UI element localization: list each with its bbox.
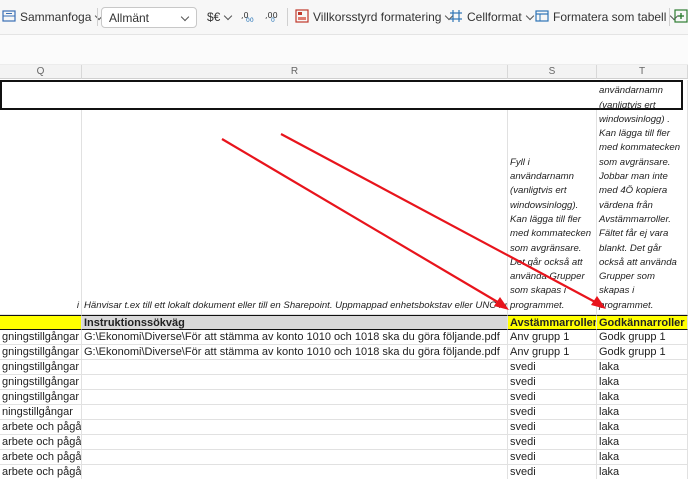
column-header-s[interactable]: S (508, 65, 597, 79)
merge-cells-icon (2, 9, 16, 26)
note-cell-s[interactable]: Fyll i användarnamn (vanligtvis ert wind… (508, 110, 597, 315)
table-cell-s[interactable]: svedi (508, 375, 597, 390)
table-cell-t[interactable]: laka (597, 450, 688, 465)
decrease-decimals-button[interactable]: ,00 0 (265, 7, 281, 27)
header-cell-t[interactable]: Godkännarroller (597, 315, 688, 330)
table-cell-t[interactable]: laka (597, 420, 688, 435)
chevron-down-icon (180, 12, 190, 22)
number-format-dropdown[interactable]: Allmänt (101, 7, 197, 28)
table-cell-s[interactable]: svedi (508, 420, 597, 435)
ribbon-toolbar: Sammanfoga Allmänt $€ ,0 00 ,00 0 Villkors… (0, 0, 688, 35)
table-cell-t[interactable]: laka (597, 435, 688, 450)
table-cell-r[interactable] (82, 405, 508, 420)
table-cell-s[interactable]: Anv grupp 1 (508, 330, 597, 345)
header-cell-s[interactable]: Avstämmarroller (508, 315, 597, 330)
table-cell-r[interactable] (82, 465, 508, 479)
svg-text:00: 00 (246, 17, 254, 23)
chevron-down-icon (224, 11, 233, 20)
merged-box-cell[interactable] (0, 80, 683, 110)
format-as-table-label: Formatera som tabell (553, 10, 667, 24)
insert-cells-button[interactable] (674, 7, 688, 27)
table-cell-t[interactable]: laka (597, 405, 688, 420)
table-cell-r[interactable] (82, 375, 508, 390)
note-text-r: Hänvisar t.ex till ett lokalt dokument e… (84, 299, 508, 311)
note-cell-q[interactable]: i (0, 110, 82, 315)
chevron-down-icon (525, 11, 534, 20)
table-cell-t[interactable]: laka (597, 375, 688, 390)
number-format-value: Allmänt (109, 10, 150, 25)
note-cell-t[interactable]: Fyll i användarnamn (vanligtvis ert wind… (597, 80, 688, 315)
table-cell-q[interactable]: gningstillgångar (0, 330, 82, 345)
table-cell-q[interactable]: ningstillgångar (0, 405, 82, 420)
note-text-q: i (76, 299, 79, 311)
table-cell-r[interactable]: G:\Ekonomi\Diverse\För att stämma av kon… (82, 345, 508, 360)
format-as-table-button[interactable]: Formatera som tabell (535, 7, 679, 27)
note-cell-r[interactable]: Hänvisar t.ex till ett lokalt dokument e… (82, 110, 508, 315)
table-cell-r[interactable] (82, 390, 508, 405)
table-cell-s[interactable]: svedi (508, 435, 597, 450)
table-cell-r[interactable] (82, 450, 508, 465)
table-cell-r[interactable]: G:\Ekonomi\Diverse\För att stämma av kon… (82, 330, 508, 345)
separator (97, 8, 98, 26)
table-cell-t[interactable]: laka (597, 465, 688, 479)
table-cell-q[interactable]: arbete och pågående arbeten (0, 420, 82, 435)
currency-format-button[interactable]: $€ (207, 7, 233, 27)
column-header-q[interactable]: Q (0, 65, 82, 79)
table-cell-t[interactable]: laka (597, 360, 688, 375)
table-cell-s[interactable]: Anv grupp 1 (508, 345, 597, 360)
table-cell-q[interactable]: gningstillgångar (0, 390, 82, 405)
table-cell-r[interactable] (82, 360, 508, 375)
column-header-t[interactable]: T (597, 65, 688, 79)
table-cell-q[interactable]: gningstillgångar (0, 360, 82, 375)
increase-decimals-icon: ,0 00 (241, 9, 257, 26)
increase-decimals-button[interactable]: ,0 00 (241, 7, 257, 27)
table-cell-q[interactable]: gningstillgångar (0, 375, 82, 390)
table-cell-t[interactable]: Godk grupp 1 (597, 345, 688, 360)
table-cell-q[interactable]: arbete och pågående arbeten (0, 450, 82, 465)
table-cell-t[interactable]: Godk grupp 1 (597, 330, 688, 345)
table-cell-q[interactable]: arbete och pågående arbeten (0, 465, 82, 479)
table-cell-r[interactable] (82, 435, 508, 450)
conditional-formatting-label: Villkorsstyrd formatering (313, 10, 442, 24)
format-as-table-icon (535, 9, 549, 26)
note-text-t: Fyll i användarnamn (vanligtvis ert wind… (599, 80, 681, 311)
table-cell-s[interactable]: svedi (508, 450, 597, 465)
separator (669, 8, 670, 26)
table-cell-r[interactable] (82, 420, 508, 435)
merge-label: Sammanfoga (20, 10, 92, 24)
table-cell-s[interactable]: svedi (508, 465, 597, 479)
insert-cells-icon (674, 8, 688, 26)
cell-styles-label: Cellformat (467, 10, 522, 24)
header-cell-r[interactable]: Instruktionssökväg (82, 315, 508, 330)
table-cell-s[interactable]: svedi (508, 390, 597, 405)
column-header-r[interactable]: R (82, 65, 508, 79)
merge-button[interactable]: Sammanfoga (2, 7, 104, 27)
note-text-s: Fyll i användarnamn (vanligtvis ert wind… (510, 156, 592, 311)
table-cell-q[interactable]: arbete och pågående arbeten (0, 435, 82, 450)
separator (287, 8, 288, 26)
conditional-formatting-icon (295, 8, 309, 26)
table-cell-t[interactable]: laka (597, 390, 688, 405)
conditional-formatting-button[interactable]: Villkorsstyrd formatering (295, 7, 454, 27)
cell-styles-button[interactable]: Cellformat (449, 7, 534, 27)
decrease-decimals-icon: ,00 0 (265, 9, 281, 26)
currency-symbol: $€ (207, 10, 221, 24)
formula-bar-area (0, 35, 688, 65)
table-cell-s[interactable]: svedi (508, 405, 597, 420)
svg-text:0: 0 (271, 17, 275, 23)
table-cell-s[interactable]: svedi (508, 360, 597, 375)
cell-styles-icon (449, 9, 463, 26)
header-cell-q[interactable] (0, 315, 82, 330)
table-cell-q[interactable]: gningstillgångar (0, 345, 82, 360)
